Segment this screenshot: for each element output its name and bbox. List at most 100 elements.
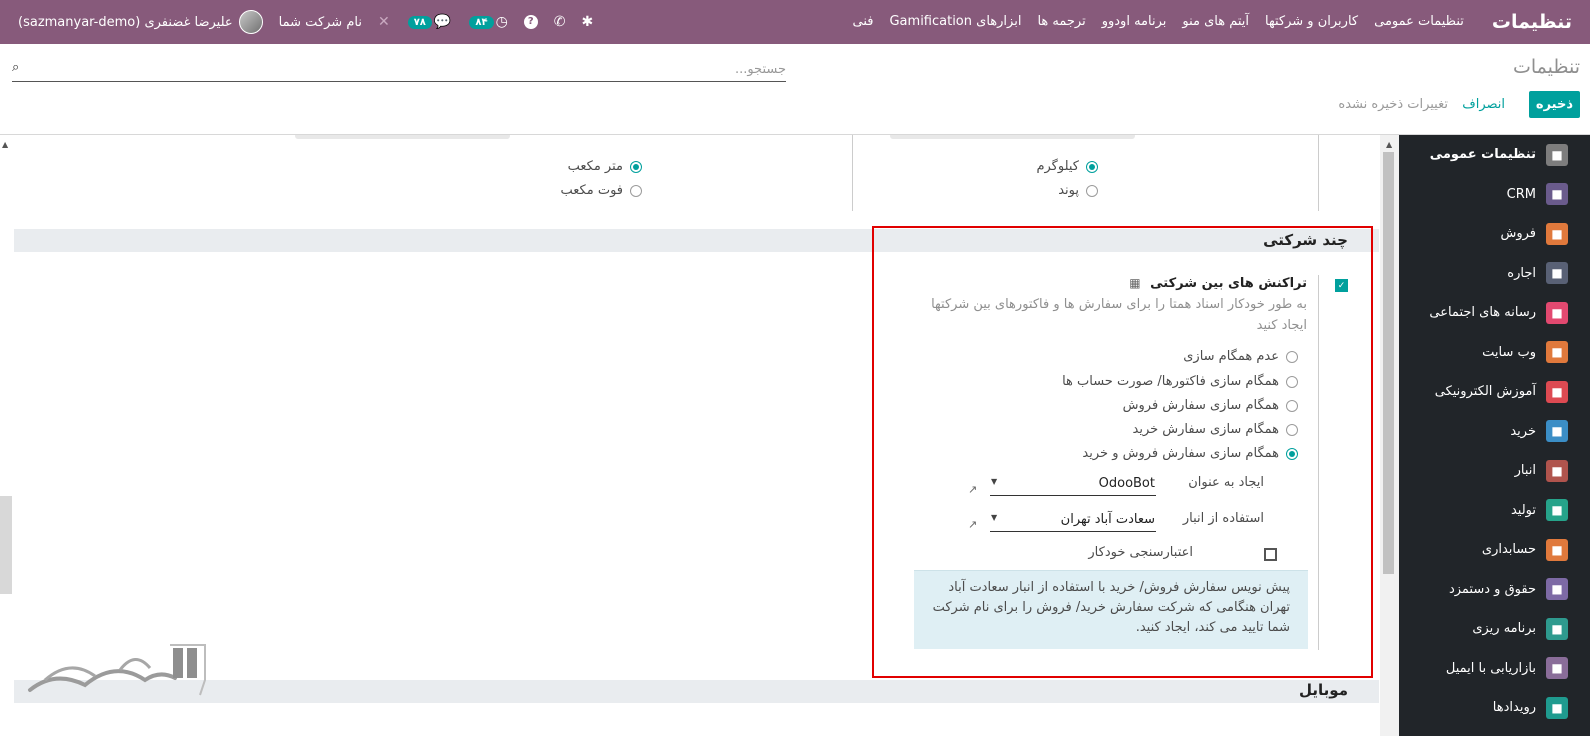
radio-label: پوند [1058, 183, 1079, 198]
wrench-icon: ■ [1546, 499, 1568, 522]
sidebar-item[interactable]: ■ رسانه های اجتماعی [1399, 293, 1590, 333]
systray: ✱ ✆ ? ◷ ۸۴ 💬 ۷۸ ✕ نام شرکت شما علیرضا غض… [0, 0, 601, 44]
save-button[interactable]: ذخیره [1528, 91, 1580, 118]
sidebar-item-label: فروش [1500, 226, 1536, 242]
breadcrumb-title: تنظیمات [1512, 56, 1580, 78]
unsaved-changes-label: تغییرات ذخیره نشده [1338, 97, 1448, 112]
control-panel: تنظیمات ⌕ ذخیره انصراف تغییرات ذخیره نشد… [0, 44, 1590, 135]
sidebar-item[interactable]: ■ انبار [1399, 451, 1590, 491]
activities-badge: ۸۴ [469, 15, 494, 29]
sidebar-item[interactable]: ■ حقوق و دستمزد [1399, 570, 1590, 610]
radio-label: کیلوگرم [1036, 159, 1079, 174]
radio-label: متر مکعب [567, 159, 623, 174]
sidebar-item-label: رویدادها [1492, 700, 1536, 716]
thumbs-up-icon: ■ [1546, 301, 1568, 324]
clock-icon: ◷ [495, 14, 508, 30]
bug-icon[interactable]: ✱ [574, 14, 602, 30]
radio[interactable] [630, 184, 642, 197]
sidebar-item-label: بازاریابی با ایمیل [1445, 660, 1536, 676]
handshake-icon: ■ [1546, 183, 1568, 206]
sidebar-item[interactable]: ■ CRM [1399, 175, 1590, 215]
divider [852, 135, 853, 211]
highlight-frame [872, 226, 1373, 678]
volume-option-ft3[interactable]: فوت مکعب [561, 183, 642, 198]
sidebar-item[interactable]: ■ بازاریابی با ایمیل [1399, 649, 1590, 689]
calendar-icon: ■ [1546, 262, 1568, 285]
sidebar-item[interactable]: ■ آموزش الکترونیکی [1399, 372, 1590, 412]
menu-technical[interactable]: فنی [845, 0, 882, 44]
left-scrollbar-thumb[interactable] [0, 496, 12, 594]
box-icon: ■ [1546, 459, 1568, 482]
sidebar-item-label: انبار [1514, 463, 1536, 479]
faded-text [295, 135, 510, 139]
scroll-up-icon[interactable]: ▲ [2, 140, 8, 149]
faded-text [890, 135, 1135, 139]
payroll-icon: ■ [1546, 578, 1568, 601]
radio[interactable] [630, 160, 642, 173]
avatar [238, 10, 263, 34]
radio[interactable] [1086, 160, 1098, 173]
scroll-up-icon[interactable]: ▲ [1386, 140, 1392, 149]
menu-menu-items[interactable]: آیتم های منو [1174, 0, 1257, 44]
sidebar-item-label: CRM [1506, 186, 1536, 202]
user-menu[interactable]: علیرضا غضنفری (sazmanyar-demo) [10, 10, 271, 34]
volume-option-m3[interactable]: متر مکعب [568, 159, 642, 174]
main-menu: تنظیمات عمومی کاربران و شرکتها آیتم های … [845, 0, 1472, 44]
globe-icon: ■ [1546, 341, 1568, 364]
sidebar-item-label: وب سایت [1482, 344, 1536, 360]
app-brand[interactable]: تنظیمات [1472, 0, 1590, 44]
comments-icon: 💬 [433, 14, 452, 30]
search-icon[interactable]: ⌕ [12, 60, 19, 75]
weight-option-lb[interactable]: پوند [1058, 183, 1098, 198]
company-switcher[interactable]: نام شرکت شما [271, 15, 370, 30]
sidebar-item[interactable]: ■ برنامه ریزی [1399, 609, 1590, 649]
weight-option-kg[interactable]: کیلوگرم [1036, 159, 1098, 174]
sidebar-item[interactable]: ■ وب سایت [1399, 333, 1590, 373]
settings-sidebar: ■ تنظیمات عمومی ■ CRM ■ فروش ■ اجاره ■ رسانه های … [1399, 135, 1590, 736]
menu-translations[interactable]: ترجمه ها [1029, 0, 1093, 44]
sidebar-item[interactable]: ■ حسابداری [1399, 530, 1590, 570]
discard-button[interactable]: انصراف [1462, 97, 1505, 112]
watermark-logo [28, 644, 206, 696]
user-name: علیرضا غضنفری (sazmanyar-demo) [18, 14, 233, 30]
sidebar-item-label: رسانه های اجتماعی [1429, 305, 1536, 321]
sidebar-item[interactable]: ■ اجاره [1399, 254, 1590, 294]
sidebar-item-label: آموزش الکترونیکی [1434, 384, 1536, 400]
search-input[interactable] [46, 58, 786, 80]
sidebar-item-label: خرید [1510, 423, 1536, 439]
search-bar: ⌕ [12, 58, 786, 82]
menu-gamification-tools[interactable]: ابزارهای Gamification [881, 0, 1029, 44]
section-header-band [14, 680, 1379, 703]
sidebar-item-label: حقوق و دستمزد [1448, 581, 1536, 597]
sidebar-item-label: برنامه ریزی [1472, 621, 1536, 637]
radio[interactable] [1086, 184, 1098, 197]
paper-plane-icon: ■ [1546, 657, 1568, 680]
tools-icon[interactable]: ✕ [370, 14, 398, 30]
gear-icon: ■ [1546, 143, 1568, 166]
ticket-icon: ■ [1546, 696, 1568, 719]
sidebar-item[interactable]: ■ رویدادها [1399, 688, 1590, 728]
help-icon[interactable]: ? [516, 15, 546, 29]
sidebar-item[interactable]: ■ خرید [1399, 412, 1590, 452]
menu-odoo-apps[interactable]: برنامه اودوو [1094, 0, 1175, 44]
sidebar-item[interactable]: ■ تولید [1399, 491, 1590, 531]
radio-label: فوت مکعب [560, 183, 623, 198]
sidebar-item-label: تنظیمات عمومی [1429, 147, 1536, 163]
messages-menu[interactable]: 💬 ۷۸ [398, 14, 460, 30]
sidebar-item[interactable]: ■ تنظیمات عمومی [1399, 135, 1590, 175]
section-title-mobile: موبایل [1299, 681, 1348, 699]
sidebar-item[interactable]: ■ فروش [1399, 214, 1590, 254]
phone-icon[interactable]: ✆ [546, 14, 574, 30]
divider [1318, 135, 1319, 211]
menu-general-settings[interactable]: تنظیمات عمومی [1366, 0, 1472, 44]
credit-card-icon: ■ [1546, 420, 1568, 443]
scrollbar-thumb[interactable] [1383, 152, 1394, 574]
messages-badge: ۷۸ [407, 15, 432, 29]
chart-icon: ■ [1546, 222, 1568, 245]
top-navbar: تنظیمات تنظیمات عمومی کاربران و شرکتها آ… [0, 0, 1590, 44]
sidebar-item-label: حسابداری [1481, 542, 1536, 558]
sidebar-item-label: تولید [1510, 502, 1536, 518]
activities-menu[interactable]: ◷ ۸۴ [459, 14, 515, 30]
menu-users-companies[interactable]: کاربران و شرکتها [1257, 0, 1366, 44]
dollar-icon: ■ [1546, 538, 1568, 561]
